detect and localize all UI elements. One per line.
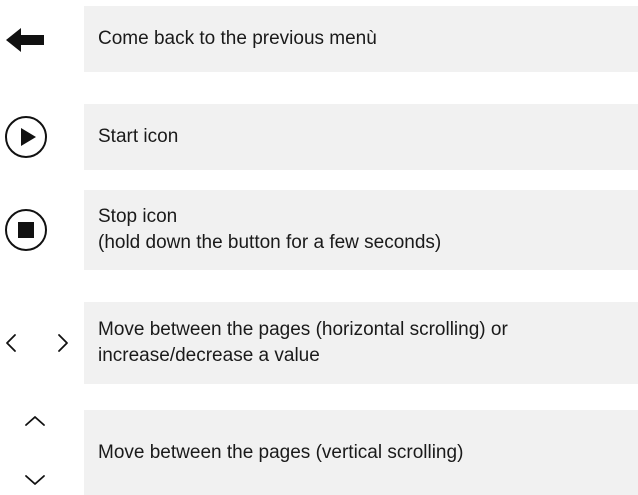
chevron-left-icon xyxy=(6,334,16,352)
legend-description: Move between the pages (vertical scrolli… xyxy=(84,410,638,495)
legend-description: Stop icon (hold down the button for a fe… xyxy=(84,190,638,270)
description-line: Move between the pages (vertical scrolli… xyxy=(98,441,464,463)
description-line: Start icon xyxy=(98,126,179,147)
back-arrow-icon xyxy=(6,28,44,52)
description-line: Stop icon xyxy=(98,206,178,227)
stop-circle-icon xyxy=(5,209,47,251)
icon-cell xyxy=(0,104,84,170)
legend-description: Move between the pages (horizontal scrol… xyxy=(84,302,638,384)
description-line: Come back to the previous menù xyxy=(98,28,377,49)
chevron-right-icon xyxy=(58,334,68,352)
play-circle-icon xyxy=(5,116,47,158)
description-line: Move between the pages (horizontal scrol… xyxy=(98,319,508,340)
description-line: increase/decrease a value xyxy=(98,345,320,366)
description-line: (hold down the button for a few seconds) xyxy=(98,232,442,253)
legend-row-back: Come back to the previous menù xyxy=(0,6,638,72)
legend-row-start: Start icon xyxy=(0,104,638,170)
legend-description: Start icon xyxy=(84,104,638,170)
icon-cell xyxy=(0,302,84,384)
icon-cell xyxy=(0,6,84,72)
chevron-down-icon xyxy=(25,475,45,485)
icon-cell xyxy=(0,190,84,270)
legend-row-horizontal: Move between the pages (horizontal scrol… xyxy=(0,302,638,384)
chevron-up-icon xyxy=(25,416,45,426)
legend-description: Come back to the previous menù xyxy=(84,6,638,72)
legend-row-stop: Stop icon (hold down the button for a fe… xyxy=(0,190,638,270)
icon-cell xyxy=(0,410,84,495)
legend-row-vertical: Move between the pages (vertical scrolli… xyxy=(0,410,638,495)
